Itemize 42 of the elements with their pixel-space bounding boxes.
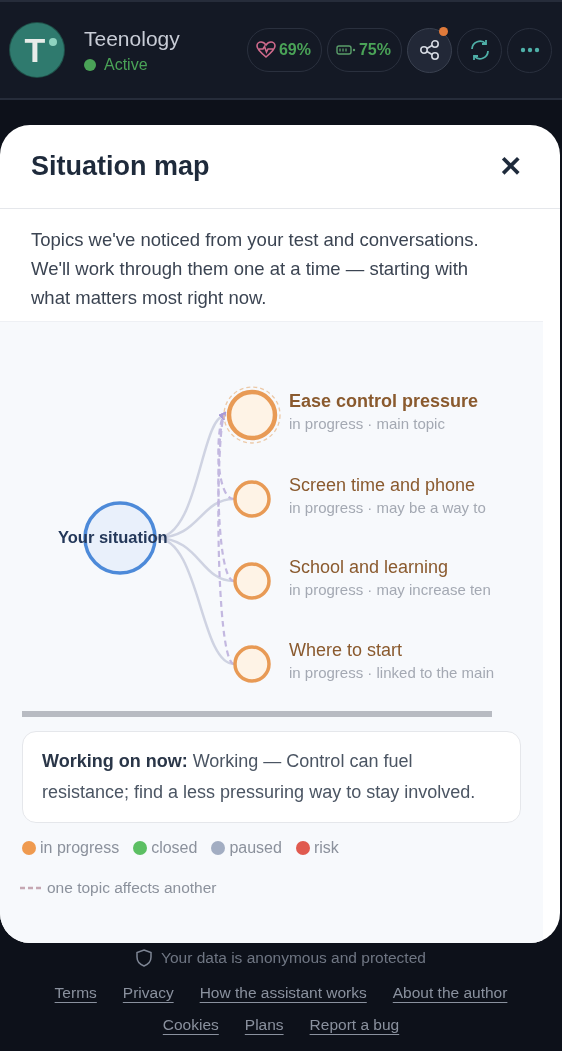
footer-link[interactable]: About the author bbox=[392, 984, 508, 1002]
battery-icon bbox=[335, 44, 356, 56]
shield-icon bbox=[136, 949, 153, 967]
topic-node[interactable] bbox=[233, 645, 271, 683]
share-icon bbox=[418, 39, 441, 61]
topic-title: School and learning bbox=[289, 557, 450, 578]
footer-link[interactable]: How the assistant works bbox=[199, 984, 367, 1002]
avatar-letter: T bbox=[24, 33, 46, 67]
topic-title: Ease control pressure bbox=[289, 391, 479, 412]
topic-title: Screen time and phone bbox=[289, 475, 477, 496]
footer-link[interactable]: Terms bbox=[54, 984, 97, 1002]
close-button[interactable]: ✕ bbox=[499, 152, 522, 181]
topic-status: in progress · linked to the main bbox=[289, 664, 495, 681]
avatar-dot bbox=[49, 38, 57, 46]
share-button[interactable] bbox=[407, 27, 452, 73]
more-icon bbox=[519, 47, 540, 53]
topic-node[interactable] bbox=[233, 562, 271, 600]
heart-icon bbox=[255, 41, 276, 59]
legend-label: paused bbox=[229, 839, 282, 857]
status-label: Active bbox=[104, 55, 148, 74]
main-topic-node[interactable] bbox=[223, 386, 281, 444]
legend-label: closed bbox=[151, 839, 198, 857]
footer-link[interactable]: Cookies bbox=[162, 1016, 219, 1034]
legend-label: one topic affects another bbox=[47, 879, 217, 897]
scroll-bar[interactable] bbox=[22, 711, 492, 717]
modal-title: Situation map bbox=[31, 151, 210, 182]
notification-dot bbox=[439, 26, 448, 36]
topic-node[interactable] bbox=[233, 480, 271, 518]
topic-title: Where to start bbox=[289, 640, 404, 661]
footer-link[interactable]: Privacy bbox=[122, 984, 174, 1002]
dashed-line-icon bbox=[20, 886, 42, 890]
topic-status: in progress · may increase ten bbox=[289, 581, 491, 598]
privacy-note: Your data is anonymous and protected bbox=[161, 949, 426, 967]
footer-link[interactable]: Plans bbox=[244, 1016, 284, 1034]
description: Topics we've noticed from your test and conversations. We'll work through them one at a time — starting with what matters most right now. bbox=[30, 228, 480, 310]
working-text: Working on now: Working — Control can fuel resistance; find a less pressuring way to stay involved. bbox=[42, 750, 477, 804]
legend-label: risk bbox=[313, 839, 339, 857]
app-name: Teenology bbox=[84, 26, 180, 51]
legend-label: in progress bbox=[40, 839, 120, 857]
footer-link[interactable]: Report a bug bbox=[309, 1016, 400, 1034]
topic-status: in progress · may be a way to bbox=[289, 499, 486, 516]
topic-status: in progress · main topic bbox=[289, 415, 446, 432]
